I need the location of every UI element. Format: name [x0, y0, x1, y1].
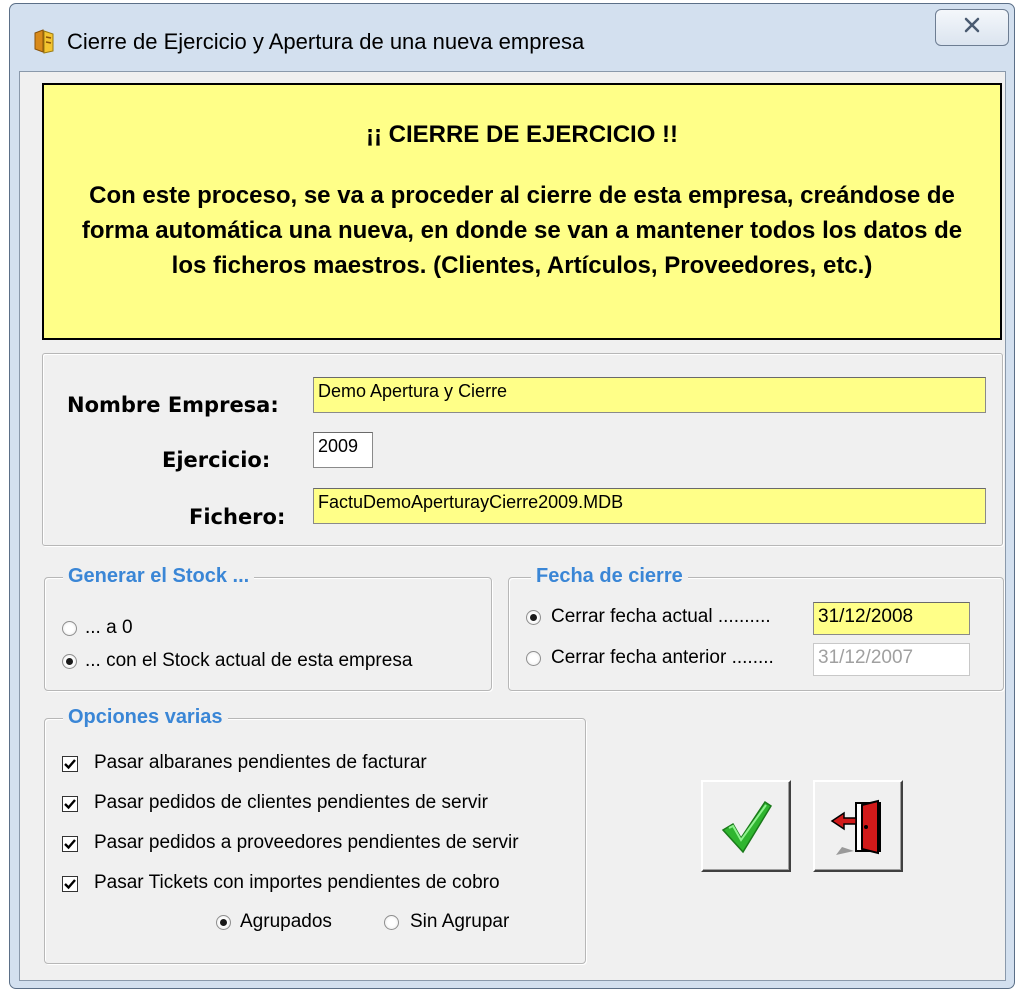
- stock-zero-label[interactable]: ... a 0: [85, 617, 133, 639]
- pending-tickets-label[interactable]: Pasar Tickets con importes pendientes de…: [94, 872, 500, 894]
- grouped-label[interactable]: Agrupados: [240, 911, 332, 933]
- file-field[interactable]: FactuDemoAperturayCierre2009.MDB: [313, 488, 986, 524]
- pending-supplier-orders-label[interactable]: Pasar pedidos a proveedores pendientes d…: [94, 832, 519, 854]
- warning-panel: ¡¡ CIERRE DE EJERCICIO !! Con este proce…: [42, 83, 1002, 340]
- close-button[interactable]: [935, 9, 1009, 46]
- fiscal-year-label: Ejercicio:: [162, 448, 271, 472]
- close-previous-date-label[interactable]: Cerrar fecha anterior ........: [551, 647, 774, 669]
- company-name-label: Nombre Empresa:: [67, 393, 279, 417]
- current-date-field[interactable]: 31/12/2008: [813, 602, 970, 635]
- pending-tickets-checkbox[interactable]: [62, 876, 78, 892]
- green-checkmark-icon: [719, 798, 775, 861]
- ungrouped-radio[interactable]: [384, 915, 399, 930]
- pending-delivery-notes-checkbox[interactable]: [62, 756, 78, 772]
- warning-title: ¡¡ CIERRE DE EJERCICIO !!: [365, 121, 679, 148]
- exit-button[interactable]: [813, 780, 903, 872]
- pending-customer-orders-checkbox[interactable]: [62, 796, 78, 812]
- ungrouped-label[interactable]: Sin Agrupar: [410, 911, 509, 933]
- stock-current-radio[interactable]: [62, 654, 77, 669]
- accept-button[interactable]: [701, 780, 791, 872]
- pending-customer-orders-label[interactable]: Pasar pedidos de clientes pendientes de …: [94, 792, 488, 814]
- stock-group-legend: Generar el Stock ...: [63, 565, 255, 588]
- warning-text: Con este proceso, se va a proceder al ci…: [81, 182, 963, 279]
- file-label: Fichero:: [189, 505, 286, 529]
- fiscal-year-field[interactable]: 2009: [313, 432, 373, 468]
- app-icon: [31, 27, 59, 55]
- close-icon: [961, 16, 983, 40]
- close-previous-date-radio[interactable]: [526, 651, 541, 666]
- window-title: Cierre de Ejercicio y Apertura de una nu…: [67, 29, 585, 54]
- exit-door-icon: [828, 797, 890, 862]
- misc-options-legend: Opciones varias: [63, 706, 228, 729]
- stock-current-label[interactable]: ... con el Stock actual de esta empresa: [85, 650, 412, 672]
- closing-date-legend: Fecha de cierre: [531, 565, 688, 588]
- grouped-radio[interactable]: [216, 915, 231, 930]
- pending-delivery-notes-label[interactable]: Pasar albaranes pendientes de facturar: [94, 752, 427, 774]
- previous-date-field[interactable]: 31/12/2007: [813, 643, 970, 676]
- close-current-date-label[interactable]: Cerrar fecha actual ..........: [551, 606, 771, 628]
- pending-supplier-orders-checkbox[interactable]: [62, 836, 78, 852]
- company-name-field[interactable]: Demo Apertura y Cierre: [313, 377, 986, 413]
- stock-zero-radio[interactable]: [62, 621, 77, 636]
- close-current-date-radio[interactable]: [526, 610, 541, 625]
